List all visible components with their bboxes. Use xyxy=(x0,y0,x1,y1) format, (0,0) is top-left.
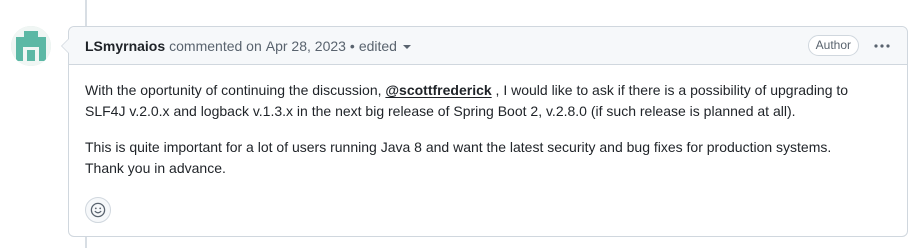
meta-separator: • xyxy=(349,37,355,54)
comment-body: With the oportunity of continuing the di… xyxy=(69,65,907,179)
edited-dropdown[interactable]: edited xyxy=(359,38,411,54)
kebab-horizontal-icon[interactable] xyxy=(873,38,891,54)
comment-action: commented on xyxy=(169,37,262,54)
issue-timeline: LSmyrnaios commented on Apr 28, 2023 • e… xyxy=(0,0,921,248)
smiley-icon xyxy=(90,202,106,218)
author-avatar[interactable] xyxy=(11,26,51,66)
chevron-down-icon xyxy=(402,44,411,49)
comment-paragraph-2: This is quite important for a lot of use… xyxy=(85,137,891,179)
paragraph-line-2: Thank you in advance. xyxy=(85,160,226,176)
identicon-avatar-icon xyxy=(11,26,51,66)
edited-label: edited xyxy=(358,37,397,54)
author-link[interactable]: LSmyrnaios xyxy=(85,38,165,54)
paragraph-text: With the oportunity of continuing the di… xyxy=(85,82,386,98)
user-mention-link[interactable]: @scottfrederick xyxy=(385,82,491,98)
paragraph-line-1: This is quite important for a lot of use… xyxy=(85,139,832,155)
comment-box: LSmyrnaios commented on Apr 28, 2023 • e… xyxy=(61,26,908,237)
comment-paragraph-1: With the oportunity of continuing the di… xyxy=(85,80,891,122)
comment-caret-fill xyxy=(62,38,70,54)
comment-header: LSmyrnaios commented on Apr 28, 2023 • e… xyxy=(69,27,907,65)
author-badge: Author xyxy=(807,35,859,56)
add-reaction-button[interactable] xyxy=(85,197,111,223)
comment-date[interactable]: Apr 28, 2023 xyxy=(266,38,346,54)
header-actions: Author xyxy=(807,35,891,56)
